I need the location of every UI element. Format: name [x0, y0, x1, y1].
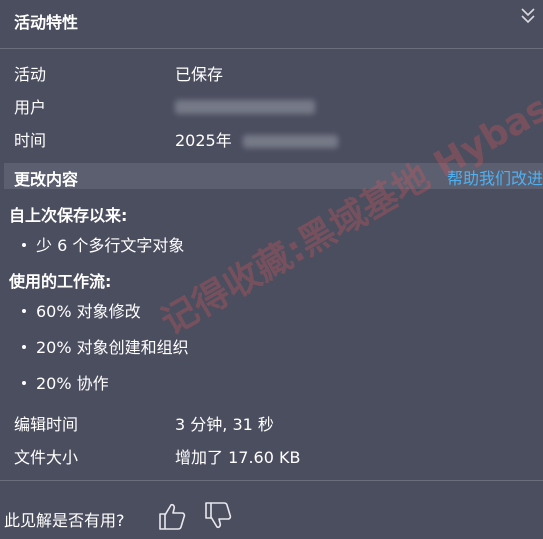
stat-edit-time: 编辑时间 3 分钟, 31 秒	[0, 408, 543, 436]
edit-time-label: 编辑时间	[14, 415, 79, 434]
user-label: 用户	[14, 98, 47, 117]
footer-divider	[0, 480, 543, 481]
chevrons-down-icon	[521, 8, 535, 24]
changes-section-header: 更改内容 帮助我们改进	[4, 163, 543, 189]
changes-title: 更改内容	[14, 170, 79, 189]
header-divider	[0, 48, 543, 49]
property-time: 时间 2025年	[0, 124, 543, 152]
panel-title: 活动特性	[14, 13, 79, 32]
thumbs-up-icon	[159, 503, 186, 530]
thumbs-up-button[interactable]	[156, 500, 188, 532]
list-item: 20% 协作	[22, 370, 109, 394]
edit-time-value: 3 分钟, 31 秒	[175, 415, 274, 434]
file-size-value: 增加了 17.60 KB	[175, 448, 301, 467]
thumbs-down-button[interactable]	[202, 500, 234, 532]
stat-file-size: 文件大小 增加了 17.60 KB	[0, 441, 543, 469]
collapse-button[interactable]	[519, 6, 537, 26]
list-item: 60% 对象修改	[22, 298, 141, 322]
time-value: 2025年	[175, 127, 338, 151]
activity-insights-panel: 活动特性 活动 已保存 用户 时间 2025年 更改内容 帮助我们改进 自上次保…	[0, 0, 543, 539]
time-label: 时间	[14, 131, 47, 150]
time-value-year: 2025年	[175, 131, 232, 150]
list-item: 少 6 个多行文字对象	[22, 232, 184, 256]
file-size-label: 文件大小	[14, 448, 79, 467]
property-activity: 活动 已保存	[0, 58, 543, 86]
workflows-heading: 使用的工作流:	[9, 272, 112, 291]
list-item: 20% 对象创建和组织	[22, 334, 189, 358]
feedback-question: 此见解是否有用?	[4, 511, 125, 530]
activity-value: 已保存	[175, 65, 224, 84]
panel-header: 活动特性	[0, 0, 543, 42]
property-user: 用户	[0, 91, 543, 119]
user-value-redacted	[175, 94, 315, 114]
help-improve-link[interactable]: 帮助我们改进	[447, 165, 543, 189]
time-value-redacted	[242, 135, 338, 148]
activity-label: 活动	[14, 65, 47, 84]
thumbs-down-icon	[205, 502, 232, 529]
since-last-save-heading: 自上次保存以来:	[9, 206, 128, 225]
